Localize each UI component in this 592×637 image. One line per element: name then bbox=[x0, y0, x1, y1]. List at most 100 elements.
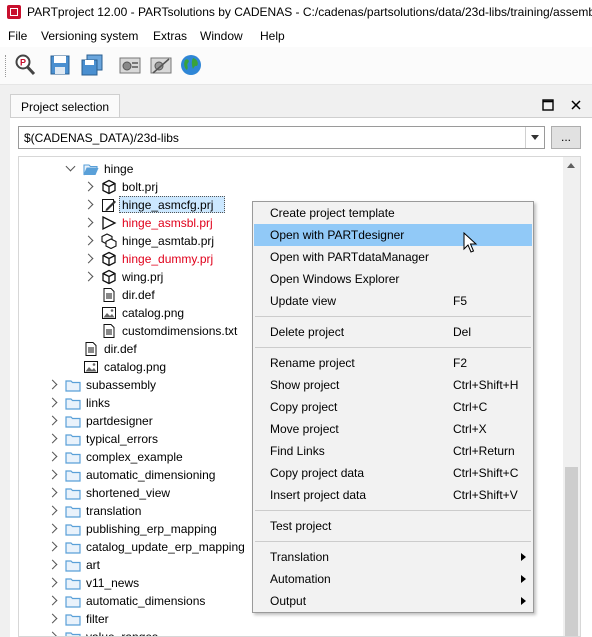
app-icon bbox=[7, 5, 21, 19]
mouse-cursor-icon bbox=[463, 232, 478, 253]
folder-icon bbox=[65, 485, 81, 501]
chevron-down-icon[interactable] bbox=[65, 161, 76, 172]
settings-icon[interactable] bbox=[118, 53, 142, 77]
chevron-right-icon[interactable] bbox=[83, 271, 94, 282]
chevron-down-icon[interactable] bbox=[525, 127, 544, 148]
tree-item-label: dir.def bbox=[104, 342, 137, 356]
config-icon bbox=[101, 197, 117, 213]
folder-icon bbox=[65, 539, 81, 555]
menu-item-label: Rename project bbox=[270, 356, 355, 370]
chevron-right-icon[interactable] bbox=[47, 433, 58, 444]
chevron-right-icon[interactable] bbox=[47, 505, 58, 516]
tree-item-label: publishing_erp_mapping bbox=[86, 522, 217, 536]
chevron-right-icon[interactable] bbox=[47, 469, 58, 480]
tree-item-label: hinge bbox=[104, 162, 134, 176]
path-combo[interactable]: $(CADENAS_DATA)/23d-libs bbox=[18, 126, 545, 149]
menu-item-label: Test project bbox=[270, 519, 332, 533]
menu-item-delete-project[interactable]: Delete project Del bbox=[254, 321, 532, 343]
chevron-right-icon[interactable] bbox=[83, 253, 94, 264]
tree-item-label: customdimensions.txt bbox=[122, 324, 238, 338]
folder-icon bbox=[65, 521, 81, 537]
menu-item-update-view[interactable]: Update view F5 bbox=[254, 290, 532, 312]
menu-item-output[interactable]: Output bbox=[254, 590, 532, 612]
chevron-right-icon[interactable] bbox=[47, 523, 58, 534]
chevron-right-icon[interactable] bbox=[47, 613, 58, 624]
panel-title: Project selection bbox=[21, 100, 110, 114]
menu-item-create-project-template[interactable]: Create project template bbox=[254, 202, 532, 224]
window-title: PARTproject 12.00 - PARTsolutions by CAD… bbox=[27, 5, 592, 19]
menu-item-move-project[interactable]: Move project Ctrl+X bbox=[254, 418, 532, 440]
chevron-right-icon[interactable] bbox=[83, 181, 94, 192]
menu-item-shortcut: Ctrl+Return bbox=[453, 444, 515, 458]
folder-open-icon bbox=[83, 161, 99, 177]
chevron-right-icon[interactable] bbox=[47, 379, 58, 390]
menu-item-copy-project-data[interactable]: Copy project data Ctrl+Shift+C bbox=[254, 462, 532, 484]
maximize-icon[interactable] bbox=[541, 98, 555, 112]
menu-window[interactable]: Window bbox=[200, 29, 243, 43]
menu-item-automation[interactable]: Automation bbox=[254, 568, 532, 590]
part-icon bbox=[101, 269, 117, 285]
browse-button[interactable]: ... bbox=[551, 126, 581, 149]
chevron-right-icon[interactable] bbox=[47, 415, 58, 426]
context-menu: Create project template Open with PARTdes… bbox=[252, 201, 534, 613]
menu-item-shortcut: Ctrl+Shift+C bbox=[453, 466, 519, 480]
menu-versioning-system[interactable]: Versioning system bbox=[41, 29, 138, 43]
menu-item-open-with-partdesigner[interactable]: Open with PARTdesigner bbox=[254, 224, 532, 246]
chevron-right-icon[interactable] bbox=[47, 631, 58, 636]
tree-item-label: translation bbox=[86, 504, 142, 518]
search-project-icon[interactable]: P bbox=[13, 53, 37, 77]
chevron-right-icon[interactable] bbox=[83, 217, 94, 228]
menu-file[interactable]: File bbox=[8, 29, 27, 43]
chevron-right-icon[interactable] bbox=[47, 577, 58, 588]
tree-item[interactable]: hinge bbox=[19, 160, 564, 178]
menu-item-insert-project-data[interactable]: Insert project data Ctrl+Shift+V bbox=[254, 484, 532, 506]
chevron-right-icon[interactable] bbox=[47, 541, 58, 552]
chevron-right-icon[interactable] bbox=[83, 199, 94, 210]
menu-item-translation[interactable]: Translation bbox=[254, 546, 532, 568]
folder-icon bbox=[65, 575, 81, 591]
menu-help[interactable]: Help bbox=[260, 29, 285, 43]
menu-item-label: Copy project bbox=[270, 400, 338, 414]
menu-item-rename-project[interactable]: Rename project F2 bbox=[254, 352, 532, 374]
scroll-thumb[interactable] bbox=[565, 467, 578, 636]
chevron-right-icon[interactable] bbox=[47, 559, 58, 570]
menu-item-show-project[interactable]: Show project Ctrl+Shift+H bbox=[254, 374, 532, 396]
tree-item-label: filter bbox=[86, 612, 109, 626]
tree-scrollbar[interactable] bbox=[563, 157, 580, 636]
globe-icon[interactable] bbox=[179, 53, 203, 77]
menu-item-test-project[interactable]: Test project bbox=[254, 515, 532, 537]
menu-extras[interactable]: Extras bbox=[153, 29, 187, 43]
chevron-right-icon[interactable] bbox=[47, 595, 58, 606]
tab-icon bbox=[101, 233, 117, 250]
menu-item-open-with-partdatamanager[interactable]: Open with PARTdataManager bbox=[254, 246, 532, 268]
menu-item-open-windows-explorer[interactable]: Open Windows Explorer bbox=[254, 268, 532, 290]
tree-item[interactable]: value_ranges bbox=[19, 628, 564, 636]
menu-item-shortcut: F2 bbox=[453, 356, 468, 370]
scroll-up-icon[interactable] bbox=[567, 163, 575, 168]
menu-item-shortcut: Ctrl+Shift+H bbox=[453, 378, 519, 392]
menu-item-label: Open with PARTdataManager bbox=[270, 250, 429, 264]
menu-item-find-links[interactable]: Find Links Ctrl+Return bbox=[254, 440, 532, 462]
chevron-right-icon[interactable] bbox=[47, 451, 58, 462]
tree-item-label: wing.prj bbox=[122, 270, 164, 284]
title-bar: PARTproject 12.00 - PARTsolutions by CAD… bbox=[0, 0, 592, 26]
save-icon[interactable] bbox=[48, 53, 72, 77]
menu-bar: File Versioning system Extras Window Hel… bbox=[0, 26, 592, 46]
save-all-icon[interactable] bbox=[80, 53, 104, 77]
menu-separator bbox=[255, 510, 531, 511]
chevron-right-icon[interactable] bbox=[47, 397, 58, 408]
folder-icon bbox=[65, 413, 81, 429]
close-icon[interactable] bbox=[569, 98, 583, 112]
chevron-right-icon[interactable] bbox=[83, 235, 94, 246]
tree-item[interactable]: bolt.prj bbox=[19, 178, 564, 196]
sbl-icon bbox=[101, 215, 117, 231]
menu-item-copy-project[interactable]: Copy project Ctrl+C bbox=[254, 396, 532, 418]
settings-alt-icon[interactable] bbox=[149, 53, 173, 77]
menu-item-label: Show project bbox=[270, 378, 340, 392]
tab-project-selection[interactable]: Project selection bbox=[10, 94, 120, 118]
chevron-right-icon[interactable] bbox=[47, 487, 58, 498]
menu-separator bbox=[255, 541, 531, 542]
menu-item-label: Find Links bbox=[270, 444, 325, 458]
tree-item-label: automatic_dimensions bbox=[86, 594, 206, 608]
toolbar: P bbox=[0, 47, 592, 85]
